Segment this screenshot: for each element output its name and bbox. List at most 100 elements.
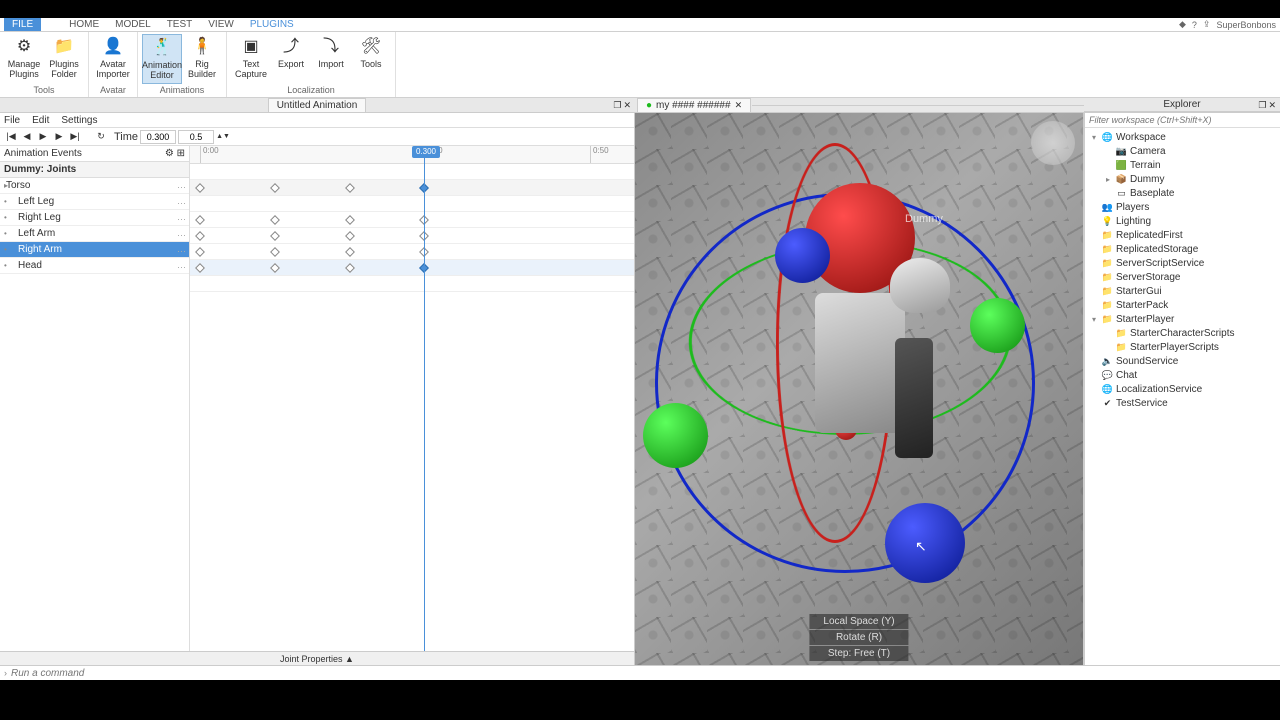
add-event-icon[interactable]: ⊞ xyxy=(177,148,185,159)
tree-node-players[interactable]: 👥Players xyxy=(1085,200,1280,214)
snap-input[interactable] xyxy=(178,130,214,144)
tree-node-localizationservice[interactable]: 🌐LocalizationService xyxy=(1085,382,1280,396)
plugins-folder[interactable]: 📁PluginsFolder xyxy=(44,34,84,84)
tree-node-terrain[interactable]: 🟩Terrain xyxy=(1085,158,1280,172)
filter-input[interactable] xyxy=(1085,113,1280,127)
expand-icon[interactable]: • xyxy=(4,261,7,270)
tree-node-replicatedstorage[interactable]: 📁ReplicatedStorage xyxy=(1085,242,1280,256)
avatar-importer[interactable]: 👤AvatarImporter xyxy=(93,34,133,84)
keyframe[interactable] xyxy=(195,215,205,225)
keyframe[interactable] xyxy=(270,231,280,241)
keyframe[interactable] xyxy=(345,263,355,273)
scene-tab[interactable]: ● my #### ###### ✕ xyxy=(637,98,751,112)
joint-menu-icon[interactable]: ⋯ xyxy=(177,246,185,254)
joint-right-arm[interactable]: •Right Arm⋯ xyxy=(0,242,189,258)
anim-menu-file[interactable]: File xyxy=(4,115,20,126)
next-frame-button[interactable]: ▶ xyxy=(52,130,66,144)
first-frame-button[interactable]: |◀ xyxy=(4,130,18,144)
track-right-leg[interactable] xyxy=(190,228,634,244)
joint-torso[interactable]: ▸Torso⋯ xyxy=(0,178,189,194)
keyframe[interactable] xyxy=(345,231,355,241)
joint-left-leg[interactable]: •Left Leg⋯ xyxy=(0,194,189,210)
tree-node-testservice[interactable]: ✔TestService xyxy=(1085,396,1280,410)
tree-node-soundservice[interactable]: 🔈SoundService xyxy=(1085,354,1280,368)
track-left-arm[interactable] xyxy=(190,244,634,260)
tree-node-starterpack[interactable]: 📁StarterPack xyxy=(1085,298,1280,312)
time-stepper[interactable]: ▲▼ xyxy=(216,130,230,144)
joint-menu-icon[interactable]: ⋯ xyxy=(177,230,185,238)
expand-icon[interactable]: ▾ xyxy=(1089,133,1099,142)
time-input[interactable] xyxy=(140,130,176,144)
expand-icon[interactable]: • xyxy=(4,213,7,222)
tree-node-chat[interactable]: 💬Chat xyxy=(1085,368,1280,382)
track-left-leg[interactable] xyxy=(190,212,634,228)
last-frame-button[interactable]: ▶| xyxy=(68,130,82,144)
expand-icon[interactable]: • xyxy=(4,245,7,254)
tree-node-starterplayerscripts[interactable]: 📁StarterPlayerScripts xyxy=(1085,340,1280,354)
tree-node-starterplayer[interactable]: ▾📁StarterPlayer xyxy=(1085,312,1280,326)
anim-menu-edit[interactable]: Edit xyxy=(32,115,49,126)
gear-icon[interactable]: ⚙ xyxy=(165,148,174,159)
notification-icon[interactable]: ◆ xyxy=(1179,19,1186,30)
joint-properties-toggle[interactable]: Joint Properties ▲ xyxy=(0,651,634,665)
tree-node-workspace[interactable]: ▾🌐Workspace xyxy=(1085,130,1280,144)
playhead[interactable]: 0.300 xyxy=(424,146,425,651)
joint-right-leg[interactable]: •Right Leg⋯ xyxy=(0,210,189,226)
tree-node-startercharacterscripts[interactable]: 📁StarterCharacterScripts xyxy=(1085,326,1280,340)
ribbon-tab-model[interactable]: MODEL xyxy=(107,18,159,31)
track-torso[interactable] xyxy=(190,196,634,212)
track-right-arm[interactable] xyxy=(190,260,634,276)
close-icon[interactable]: ✕ xyxy=(735,100,743,111)
joint-menu-icon[interactable]: ⋯ xyxy=(177,262,185,270)
anim-menu-settings[interactable]: Settings xyxy=(61,115,97,126)
file-menu[interactable]: FILE xyxy=(4,18,41,31)
keyframe[interactable] xyxy=(345,215,355,225)
handle-blue[interactable] xyxy=(775,228,830,283)
text-capture[interactable]: ▣TextCapture xyxy=(231,34,271,84)
command-bar[interactable]: › xyxy=(0,665,1280,680)
command-input[interactable] xyxy=(11,668,1276,679)
help-icon[interactable]: ? xyxy=(1192,20,1197,30)
handle-green[interactable] xyxy=(970,298,1025,353)
manage-plugins[interactable]: ⚙ManagePlugins xyxy=(4,34,44,84)
keyframe[interactable] xyxy=(270,263,280,273)
tree-node-camera[interactable]: 📷Camera xyxy=(1085,144,1280,158)
keyframe[interactable] xyxy=(270,215,280,225)
tree-node-dummy[interactable]: ▸📦Dummy xyxy=(1085,172,1280,186)
expand-icon[interactable]: ▸ xyxy=(1103,175,1113,184)
events-track[interactable] xyxy=(190,164,634,180)
tree-node-baseplate[interactable]: ▭Baseplate xyxy=(1085,186,1280,200)
expand-icon[interactable]: • xyxy=(4,229,7,238)
keyframe[interactable] xyxy=(345,247,355,257)
ribbon-tab-home[interactable]: HOME xyxy=(61,18,107,31)
handle-green[interactable] xyxy=(643,403,708,468)
undock-icon[interactable]: ❐ xyxy=(1258,100,1266,111)
ribbon-tab-plugins[interactable]: PLUGINS xyxy=(242,18,302,31)
ribbon-tab-test[interactable]: TEST xyxy=(159,18,201,31)
track-head[interactable] xyxy=(190,276,634,292)
expand-icon[interactable]: ▾ xyxy=(1089,315,1099,324)
explorer-tree[interactable]: ▾🌐Workspace📷Camera🟩Terrain▸📦Dummy▭Basepl… xyxy=(1085,128,1280,665)
share-icon[interactable]: ⇪ xyxy=(1203,19,1211,30)
joint-head[interactable]: •Head⋯ xyxy=(0,258,189,274)
tree-node-startergui[interactable]: 📁StarterGui xyxy=(1085,284,1280,298)
expand-icon[interactable]: • xyxy=(4,197,7,206)
view-cube[interactable] xyxy=(1031,121,1075,165)
timeline[interactable]: 0:000:300:50 0.300 xyxy=(190,146,634,651)
tree-node-serverstorage[interactable]: 📁ServerStorage xyxy=(1085,270,1280,284)
keyframe[interactable] xyxy=(195,247,205,257)
tree-node-lighting[interactable]: 💡Lighting xyxy=(1085,214,1280,228)
expand-icon[interactable]: ▸ xyxy=(4,181,8,190)
tree-node-replicatedfirst[interactable]: 📁ReplicatedFirst xyxy=(1085,228,1280,242)
keyframe[interactable] xyxy=(195,263,205,273)
joint-left-arm[interactable]: •Left Arm⋯ xyxy=(0,226,189,242)
tools-button[interactable]: 🛠Tools xyxy=(351,34,391,84)
rig-builder[interactable]: 🧍RigBuilder xyxy=(182,34,222,84)
export-button[interactable]: ⤴Export xyxy=(271,34,311,84)
explorer-filter[interactable] xyxy=(1085,113,1280,128)
loop-button[interactable]: ↻ xyxy=(94,130,108,144)
joint-menu-icon[interactable]: ⋯ xyxy=(177,182,185,190)
play-button[interactable]: ▶ xyxy=(36,130,50,144)
prev-frame-button[interactable]: ◀ xyxy=(20,130,34,144)
close-icon[interactable]: ✕ xyxy=(623,100,631,111)
